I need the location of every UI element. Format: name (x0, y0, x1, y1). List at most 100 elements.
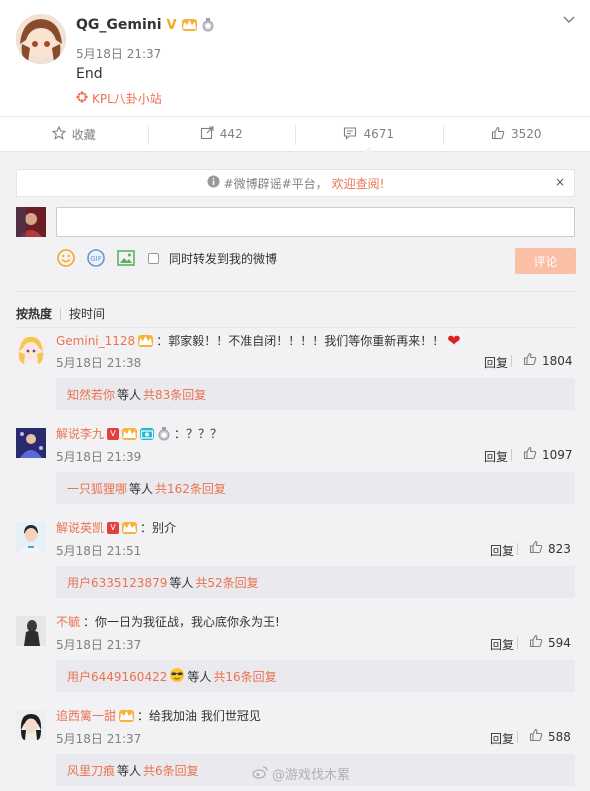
sub-reply-count[interactable]: 共162条回复 (155, 480, 226, 497)
comment-like-count: 588 (548, 729, 571, 744)
sub-replies[interactable]: 用户6335123879 等人 共52条回复 (56, 566, 575, 598)
commenter-name[interactable]: 解说李九 (56, 425, 104, 442)
comment-line: Gemini_1128 ：郭家毅！！不准自闭！！！！我们等你重新再来！！ ❤ (56, 331, 461, 350)
sync-repost-label[interactable]: 同时转发到我的微博 (169, 250, 277, 267)
sub-reply-count[interactable]: 共83条回复 (143, 386, 206, 403)
like-count: 3520 (510, 127, 542, 141)
comment-text: ：你一日为我征战，我心底你永为王! (83, 615, 280, 629)
commenter-avatar[interactable] (16, 334, 46, 364)
comment-line: 追西篱一甜 ：给我加油 我们世冠见 (56, 707, 261, 724)
repost-button[interactable]: 442 (147, 117, 296, 151)
sub-reply-user[interactable]: 用户6335123879 (67, 574, 167, 591)
image-icon[interactable] (116, 248, 136, 268)
commenter-avatar[interactable] (16, 616, 46, 646)
comment-time: 5月18日 21:37 (56, 638, 142, 652)
camera-icon[interactable] (140, 427, 155, 440)
tab-sort-time[interactable]: 按时间 (69, 305, 105, 322)
sub-replies[interactable]: 知然若你 等人 共83条回复 (56, 378, 575, 410)
commenter-avatar[interactable] (16, 710, 46, 740)
tab-sort-hot[interactable]: 按热度 (16, 305, 52, 322)
reply-button[interactable]: 回复 (484, 448, 508, 465)
medal-icon[interactable] (201, 18, 215, 32)
sort-tabs: 按热度 按时间 (16, 305, 105, 322)
sub-reply-count[interactable]: 共52条回复 (195, 574, 258, 591)
reply-button[interactable]: 回复 (490, 542, 514, 559)
watermark-text: @游戏伐木累 (271, 768, 350, 783)
sub-reply-count[interactable]: 共16条回复 (213, 668, 276, 685)
author-avatar[interactable] (16, 14, 66, 64)
sub-reply-user[interactable]: 知然若你 (67, 386, 115, 403)
thumb-up-icon (529, 634, 543, 651)
notice-text: #微博辟谣#平台， (223, 176, 328, 191)
thumb-up-icon (523, 446, 537, 463)
author-name-row: QG_Gemini V (76, 17, 215, 33)
comment-text: ：给我加油 我们世冠见 (137, 709, 261, 723)
thumb-up-icon (491, 126, 505, 143)
commenter-avatar[interactable] (16, 428, 46, 458)
reply-button[interactable]: 回复 (490, 730, 514, 747)
comment-like-button[interactable]: 588 (517, 728, 571, 745)
watermark: @游戏伐木累 (252, 764, 350, 783)
favorite-button[interactable]: 收藏 (0, 117, 148, 151)
commenter-name[interactable]: 追西篱一甜 (56, 707, 116, 724)
chevron-down-icon[interactable] (562, 12, 576, 29)
comment-input[interactable] (56, 207, 575, 237)
my-avatar[interactable] (16, 207, 46, 237)
submit-comment-button[interactable]: 评论 (515, 248, 576, 274)
comment-time: 5月18日 21:39 (56, 450, 142, 464)
commenter-name[interactable]: 不毓 (56, 613, 80, 630)
separator (517, 730, 518, 743)
sync-repost-checkbox[interactable] (148, 252, 159, 264)
comment-time: 5月18日 21:38 (56, 356, 142, 370)
notice-link[interactable]: 欢迎查阅! (332, 175, 385, 192)
member-crown-icon[interactable] (138, 334, 154, 347)
sub-replies[interactable]: 用户6449160422 等人 共16条回复 (56, 660, 575, 692)
comment-item: 解说英凯 V ：别介 5月18日 21:51 回复 823 用户63351238… (0, 516, 590, 610)
member-crown-icon[interactable] (181, 19, 197, 31)
member-crown-icon[interactable] (122, 427, 138, 440)
member-crown-icon[interactable] (122, 521, 138, 534)
comment-item: 不毓 ：你一日为我征战，我心底你永为王! 5月18日 21:37 回复 594 … (0, 610, 590, 704)
comment-like-button[interactable]: 594 (517, 634, 571, 651)
comment-button[interactable]: 4671 (295, 117, 443, 152)
comments-panel: #微博辟谣#平台， 欢迎查阅! × GIF 同时转发到我的微博 评论 按热度 按… (0, 152, 590, 791)
sort-separator (60, 307, 62, 320)
star-icon (51, 125, 67, 143)
commenter-avatar[interactable] (16, 522, 46, 552)
sub-reply-count[interactable]: 共6条回复 (143, 762, 199, 779)
close-icon[interactable]: × (555, 175, 565, 189)
sub-reply-user[interactable]: 风里刀痕 (67, 762, 115, 779)
medal-icon[interactable] (157, 426, 171, 441)
separator (511, 448, 512, 461)
commenter-name[interactable]: Gemini_1128 (56, 334, 135, 348)
comment-text: ：？？？ (174, 427, 223, 441)
sub-replies[interactable]: 一只狐狸哪 等人 共162条回复 (56, 472, 575, 504)
thumb-up-icon (529, 540, 543, 557)
reply-button[interactable]: 回复 (490, 636, 514, 653)
comment-like-button[interactable]: 1804 (511, 352, 573, 369)
reply-button[interactable]: 回复 (484, 354, 508, 371)
sub-reply-user[interactable]: 一只狐狸哪 (67, 480, 127, 497)
member-crown-icon[interactable] (119, 709, 135, 722)
comment-like-button[interactable]: 823 (517, 540, 571, 557)
divider (16, 291, 575, 292)
repost-count: 442 (219, 127, 243, 141)
separator (511, 354, 512, 367)
author-name[interactable]: QG_Gemini (76, 17, 162, 33)
emoji-icon[interactable] (56, 248, 76, 268)
post-text: End (76, 66, 103, 82)
comment-like-button[interactable]: 1097 (511, 446, 573, 463)
info-icon (207, 175, 220, 191)
gif-icon[interactable]: GIF (86, 248, 106, 268)
comment-count: 4671 (363, 127, 395, 141)
post-source[interactable]: KPL八卦小站 (76, 90, 162, 107)
weibo-post: QG_Gemini V 5月18日 21:37 End KPL八卦小站 (0, 0, 590, 116)
post-source-label: KPL八卦小站 (92, 92, 162, 106)
like-button[interactable]: 3520 (442, 117, 590, 151)
sub-reply-user[interactable]: 用户6449160422 (67, 668, 167, 685)
comment-like-count: 594 (548, 635, 571, 650)
comment-time: 5月18日 21:37 (56, 732, 142, 746)
commenter-name[interactable]: 解说英凯 (56, 519, 104, 536)
post-time[interactable]: 5月18日 21:37 (76, 45, 161, 62)
separator (517, 542, 518, 555)
